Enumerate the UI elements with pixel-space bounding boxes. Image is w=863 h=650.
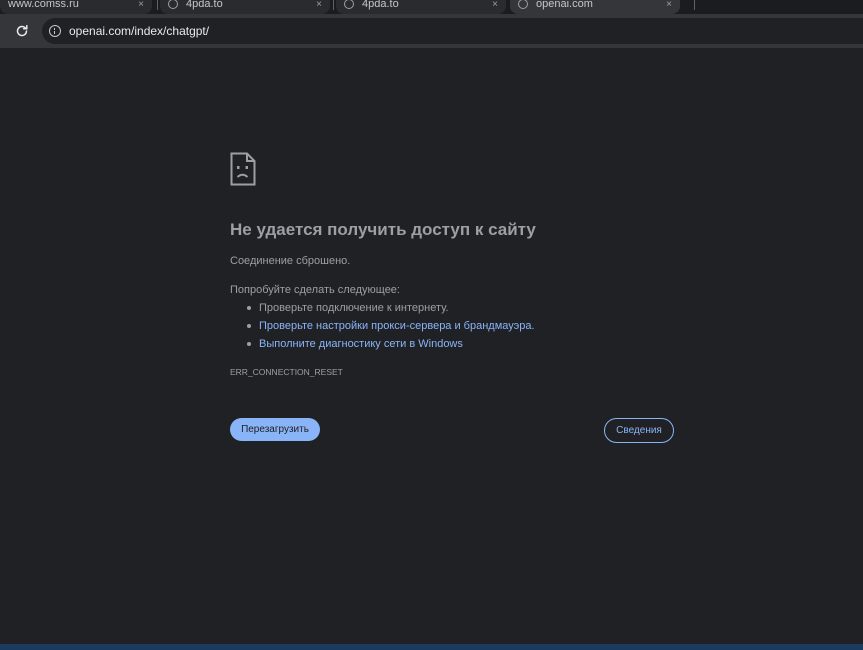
globe-icon [344,0,354,9]
globe-icon [518,0,528,9]
taskbar-edge [0,644,863,650]
tab-title: 4pda.to [186,0,223,10]
tab-title: www.comss.ru [8,0,79,10]
info-icon[interactable] [49,25,61,37]
error-code: ERR_CONNECTION_RESET [230,367,343,377]
suggestions-title: Попробуйте сделать следующее: [230,284,400,296]
details-button[interactable]: Сведения [604,418,674,443]
tab-divider [694,0,695,10]
tab-strip: www.comss.ru × 4pda.to × 4pda.to × opena… [0,0,863,14]
error-subtext: Соединение сброшено. [230,255,351,267]
globe-icon [168,0,178,9]
tab-title: 4pda.to [362,0,399,10]
url-text[interactable]: openai.com/index/chatgpt/ [69,24,209,38]
close-icon[interactable]: × [492,0,498,10]
close-icon[interactable]: × [666,0,672,10]
reload-icon-svg [16,24,28,37]
close-icon[interactable]: × [138,0,144,10]
tab-divider [333,0,334,10]
reload-icon[interactable] [10,19,34,43]
tab-openai[interactable]: openai.com × [510,0,680,14]
tab-title: openai.com [536,0,593,10]
tab-divider [157,0,158,10]
browser-toolbar: openai.com/index/chatgpt/ [0,14,863,48]
suggestion-proxy-firewall-link[interactable]: Проверьте настройки прокси-сервера и бра… [230,319,535,337]
tab-comss[interactable]: www.comss.ru × [0,0,152,14]
suggestion-network-diagnostics-link[interactable]: Выполните диагностику сети в Windows [230,337,535,355]
tab-4pda-1[interactable]: 4pda.to × [160,0,330,14]
suggestion-check-connection: Проверьте подключение к интернету. [230,301,535,319]
sad-page-icon [230,152,256,186]
tab-4pda-2[interactable]: 4pda.to × [336,0,506,14]
suggestions-list: Проверьте подключение к интернету. Прове… [230,301,535,355]
close-icon[interactable]: × [316,0,322,10]
address-bar[interactable]: openai.com/index/chatgpt/ [42,18,863,44]
error-heading: Не удается получить доступ к сайту [230,220,536,239]
reload-button[interactable]: Перезагрузить [230,418,320,441]
